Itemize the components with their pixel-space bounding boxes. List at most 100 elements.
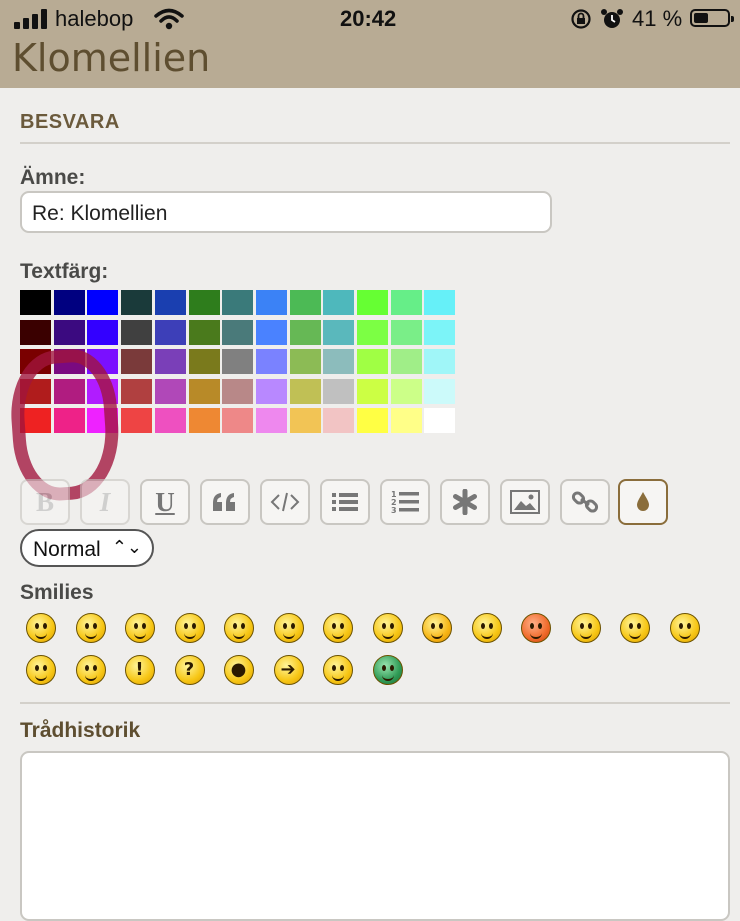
smiley-twisted-evil-icon[interactable] [669, 613, 700, 643]
thread-history-label: Trådhistorik [20, 719, 141, 742]
color-swatch[interactable] [222, 319, 254, 345]
smilies-divider [20, 702, 730, 704]
color-swatch[interactable] [390, 290, 422, 315]
subject-input[interactable]: Re: Klomellien [20, 191, 552, 233]
color-swatch[interactable] [424, 378, 456, 404]
color-swatch[interactable] [424, 408, 456, 433]
smiley-rolling-eyes-icon[interactable] [26, 655, 56, 685]
smiley-sad-icon[interactable] [125, 613, 155, 643]
image-button[interactable] [500, 479, 550, 525]
section-title: BESVARA [20, 111, 120, 133]
color-swatch[interactable] [222, 290, 254, 315]
color-swatch[interactable] [323, 349, 355, 374]
asterisk-button[interactable] [440, 479, 490, 525]
quote-button[interactable] [200, 479, 250, 525]
color-swatch[interactable] [424, 349, 456, 374]
color-swatch[interactable] [121, 378, 153, 404]
color-swatch[interactable] [255, 319, 287, 345]
smiley-question-icon[interactable]: ? [174, 655, 205, 685]
color-swatch[interactable] [323, 290, 355, 315]
color-drop-icon [637, 492, 649, 511]
color-swatch[interactable] [424, 290, 456, 315]
smiley-mad-icon[interactable] [422, 613, 452, 643]
color-swatch[interactable] [154, 378, 186, 404]
color-swatch[interactable] [121, 319, 153, 345]
smiley-confused-icon[interactable] [273, 613, 304, 643]
color-swatch[interactable] [323, 408, 355, 433]
color-swatch[interactable] [121, 290, 153, 315]
color-swatch[interactable] [188, 349, 220, 374]
color-swatch[interactable] [87, 319, 119, 345]
color-swatch[interactable] [289, 349, 321, 374]
smiley-smile-icon[interactable] [75, 613, 106, 643]
color-swatch[interactable] [154, 290, 186, 315]
color-swatch[interactable] [53, 290, 85, 315]
color-swatch[interactable] [20, 290, 51, 315]
color-swatch[interactable] [289, 378, 321, 404]
font-size-value: Normal [33, 538, 101, 561]
smiley-wink-icon[interactable] [75, 655, 106, 685]
color-swatch[interactable] [357, 378, 388, 404]
smiley-exclamation-icon[interactable]: ! [125, 655, 155, 685]
smiley-green-grin-icon[interactable] [372, 655, 403, 685]
color-swatch[interactable] [390, 378, 422, 404]
color-swatch[interactable] [154, 408, 186, 433]
color-swatch[interactable] [289, 319, 321, 345]
color-swatch[interactable] [390, 408, 422, 433]
bold-button[interactable]: B [20, 479, 70, 525]
color-swatch[interactable] [323, 378, 355, 404]
color-swatch[interactable] [222, 378, 254, 404]
color-swatch[interactable] [154, 349, 186, 374]
smiley-nerd-icon[interactable] [570, 613, 601, 643]
smiley-laughing-icon[interactable] [372, 613, 403, 643]
smiley-cool-icon[interactable] [323, 613, 353, 643]
smiley-glasses-icon[interactable] [224, 613, 254, 643]
color-swatch[interactable] [255, 349, 287, 374]
color-swatch[interactable] [188, 290, 220, 315]
underline-button[interactable]: U [140, 479, 190, 525]
color-swatch[interactable] [357, 349, 388, 374]
smiley-neutral-icon[interactable] [323, 655, 353, 685]
color-swatch[interactable] [255, 378, 287, 404]
battery-percent: 41 % [632, 6, 683, 31]
color-swatch[interactable] [357, 319, 388, 345]
text-color-button[interactable] [618, 479, 668, 525]
color-swatch[interactable] [188, 378, 220, 404]
color-swatch[interactable] [222, 408, 254, 433]
italic-button[interactable]: I [80, 479, 130, 525]
color-swatch[interactable] [255, 290, 287, 315]
code-button[interactable] [260, 479, 310, 525]
color-swatch[interactable] [289, 408, 321, 433]
bullet-list-button[interactable] [320, 479, 370, 525]
color-swatch[interactable] [20, 319, 51, 345]
color-swatch[interactable] [188, 408, 220, 433]
smiley-grin-icon[interactable] [26, 613, 56, 643]
smiley-evil-icon[interactable] [620, 613, 650, 643]
color-swatch[interactable] [222, 349, 254, 374]
color-swatch[interactable] [357, 408, 388, 433]
smiley-surprised-icon[interactable] [174, 613, 205, 643]
color-swatch[interactable] [154, 319, 186, 345]
app-title: Klomellien [12, 36, 211, 80]
color-swatch[interactable] [121, 349, 153, 374]
color-swatch[interactable] [289, 290, 321, 315]
smiley-arrow-icon[interactable]: ➔ [273, 655, 304, 685]
smiley-tongue-icon[interactable] [471, 613, 502, 643]
section-divider [20, 142, 730, 144]
smiley-idea-icon[interactable]: ● [224, 655, 254, 685]
numbered-list-button[interactable]: 123 [380, 479, 430, 525]
color-swatch[interactable] [188, 319, 220, 345]
color-swatch[interactable] [390, 349, 422, 374]
color-swatch[interactable] [255, 408, 287, 433]
color-swatch[interactable] [357, 290, 388, 315]
color-swatch[interactable] [390, 319, 422, 345]
smiley-red-face-icon[interactable] [521, 613, 551, 643]
thread-history-box[interactable] [20, 751, 730, 921]
link-button[interactable] [560, 479, 610, 525]
color-swatch[interactable] [87, 290, 119, 315]
color-swatch[interactable] [424, 319, 456, 345]
color-swatch[interactable] [53, 319, 85, 345]
color-swatch[interactable] [323, 319, 355, 345]
color-swatch[interactable] [121, 408, 153, 433]
font-size-select[interactable]: Normal ⌃⌄ [20, 529, 154, 567]
